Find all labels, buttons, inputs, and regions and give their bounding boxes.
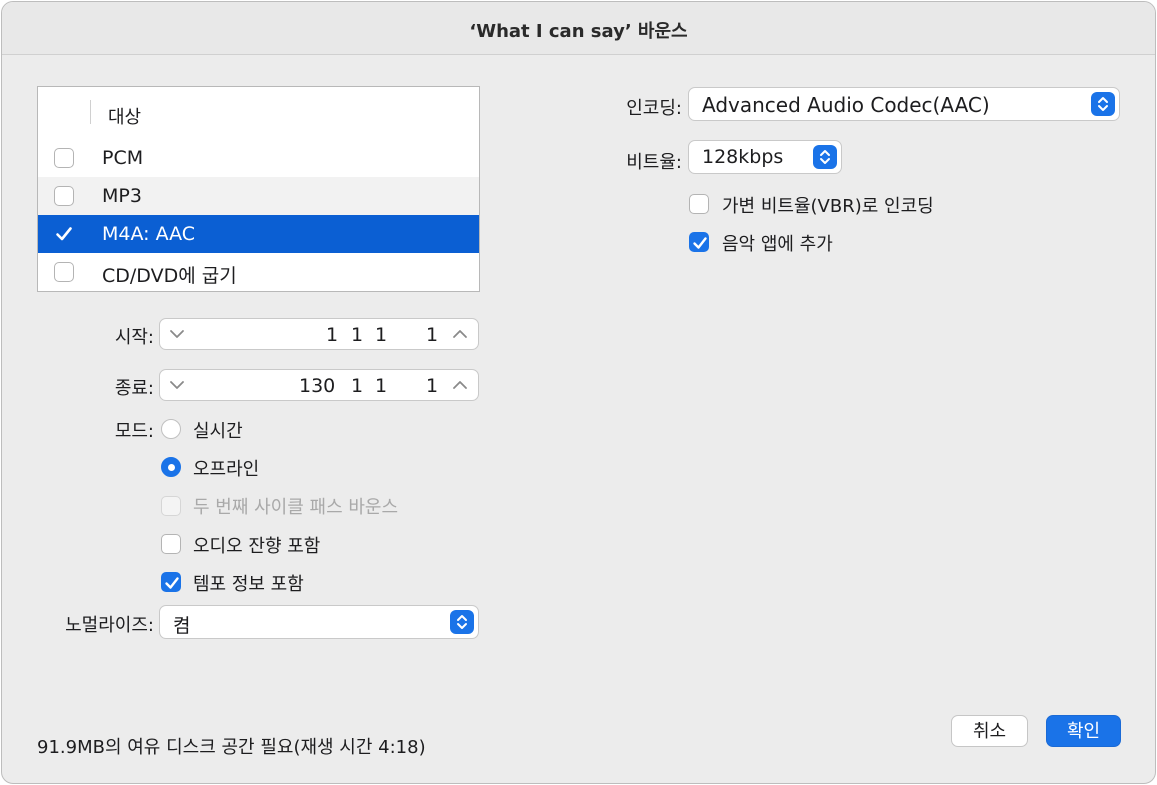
normalize-label: 노멀라이즈:: [65, 615, 154, 636]
start-bar[interactable]: 1: [326, 324, 338, 346]
end-stepper[interactable]: 130 1 1 1: [159, 369, 479, 401]
encoding-value: Advanced Audio Codec(AAC): [702, 93, 990, 117]
destination-row-pcm[interactable]: PCM: [38, 139, 479, 177]
end-beat[interactable]: 1: [351, 375, 363, 397]
chevron-up-icon[interactable]: [451, 376, 469, 398]
pcm-checkbox[interactable]: [54, 148, 74, 168]
destination-row-label: MP3: [102, 185, 142, 207]
chevron-down-icon[interactable]: [168, 376, 186, 398]
second-cycle-label: 두 번째 사이클 패스 바운스: [193, 497, 399, 518]
end-label: 종료:: [114, 378, 154, 399]
checkmark-icon: [165, 577, 179, 589]
updown-arrows-icon[interactable]: [1091, 92, 1115, 116]
disk-space-status: 91.9MB의 여유 디스크 공간 필요(재생 시간 4:18): [37, 737, 426, 758]
encoding-label: 인코딩:: [626, 98, 682, 119]
cddvd-checkbox[interactable]: [54, 262, 74, 282]
table-header: 대상: [38, 87, 479, 139]
start-stepper[interactable]: 1 1 1 1: [159, 318, 479, 350]
dialog-title: ‘What I can say’ 바운스: [469, 21, 688, 42]
bitrate-select[interactable]: 128kbps: [688, 140, 842, 174]
m4a-checkbox[interactable]: [54, 224, 74, 244]
end-tick[interactable]: 1: [426, 375, 438, 397]
start-tick[interactable]: 1: [426, 324, 438, 346]
destination-row-mp3[interactable]: MP3: [38, 177, 479, 215]
destination-row-label: CD/DVD에 굽기: [102, 265, 237, 287]
ok-button[interactable]: 확인: [1046, 715, 1121, 747]
realtime-radio[interactable]: [161, 419, 181, 439]
destination-row-cddvd[interactable]: CD/DVD에 굽기: [38, 253, 479, 291]
destination-row-m4a[interactable]: M4A: AAC: [38, 215, 479, 253]
audio-tail-checkbox[interactable]: [161, 534, 181, 554]
normalize-value: 켬: [173, 615, 191, 637]
realtime-label: 실시간: [193, 421, 243, 442]
tempo-info-checkbox[interactable]: [161, 572, 181, 592]
updown-arrows-icon[interactable]: [450, 610, 474, 634]
add-music-label: 음악 앱에 추가: [722, 234, 833, 255]
start-beat[interactable]: 1: [351, 324, 363, 346]
title-bar: ‘What I can say’ 바운스: [2, 2, 1155, 55]
start-division[interactable]: 1: [375, 324, 387, 346]
header-divider: [90, 100, 91, 124]
mp3-checkbox[interactable]: [54, 186, 74, 206]
offline-label: 오프라인: [193, 459, 260, 480]
offline-radio[interactable]: [161, 457, 181, 477]
cancel-button[interactable]: 취소: [951, 715, 1028, 747]
add-music-checkbox[interactable]: [689, 232, 709, 252]
audio-tail-label: 오디오 잔향 포함: [193, 536, 321, 557]
start-label: 시작:: [114, 327, 154, 348]
destination-row-label: PCM: [102, 147, 144, 169]
vbr-label: 가변 비트율(VBR)로 인코딩: [722, 196, 934, 217]
chevron-down-icon[interactable]: [168, 325, 186, 347]
bounce-dialog: ‘What I can say’ 바운스 대상 PCM MP3 M4A: AAC…: [1, 1, 1156, 784]
end-division[interactable]: 1: [375, 375, 387, 397]
bitrate-label: 비트율:: [626, 152, 682, 173]
destination-table: 대상 PCM MP3 M4A: AAC CD/DVD에 굽기: [37, 86, 480, 292]
updown-arrows-icon[interactable]: [813, 145, 837, 169]
tempo-info-label: 템포 정보 포함: [193, 574, 304, 595]
destination-header: 대상: [108, 107, 142, 128]
bitrate-value: 128kbps: [702, 146, 784, 168]
vbr-checkbox[interactable]: [689, 194, 709, 214]
destination-row-label: M4A: AAC: [102, 223, 196, 245]
second-cycle-checkbox: [161, 496, 181, 516]
mode-label: 모드:: [114, 421, 154, 442]
end-bar[interactable]: 130: [299, 375, 335, 397]
checkmark-icon: [693, 237, 707, 249]
encoding-select[interactable]: Advanced Audio Codec(AAC): [688, 87, 1120, 121]
checkmark-icon: [56, 227, 72, 241]
normalize-select[interactable]: 켬: [159, 605, 479, 639]
chevron-up-icon[interactable]: [451, 325, 469, 347]
